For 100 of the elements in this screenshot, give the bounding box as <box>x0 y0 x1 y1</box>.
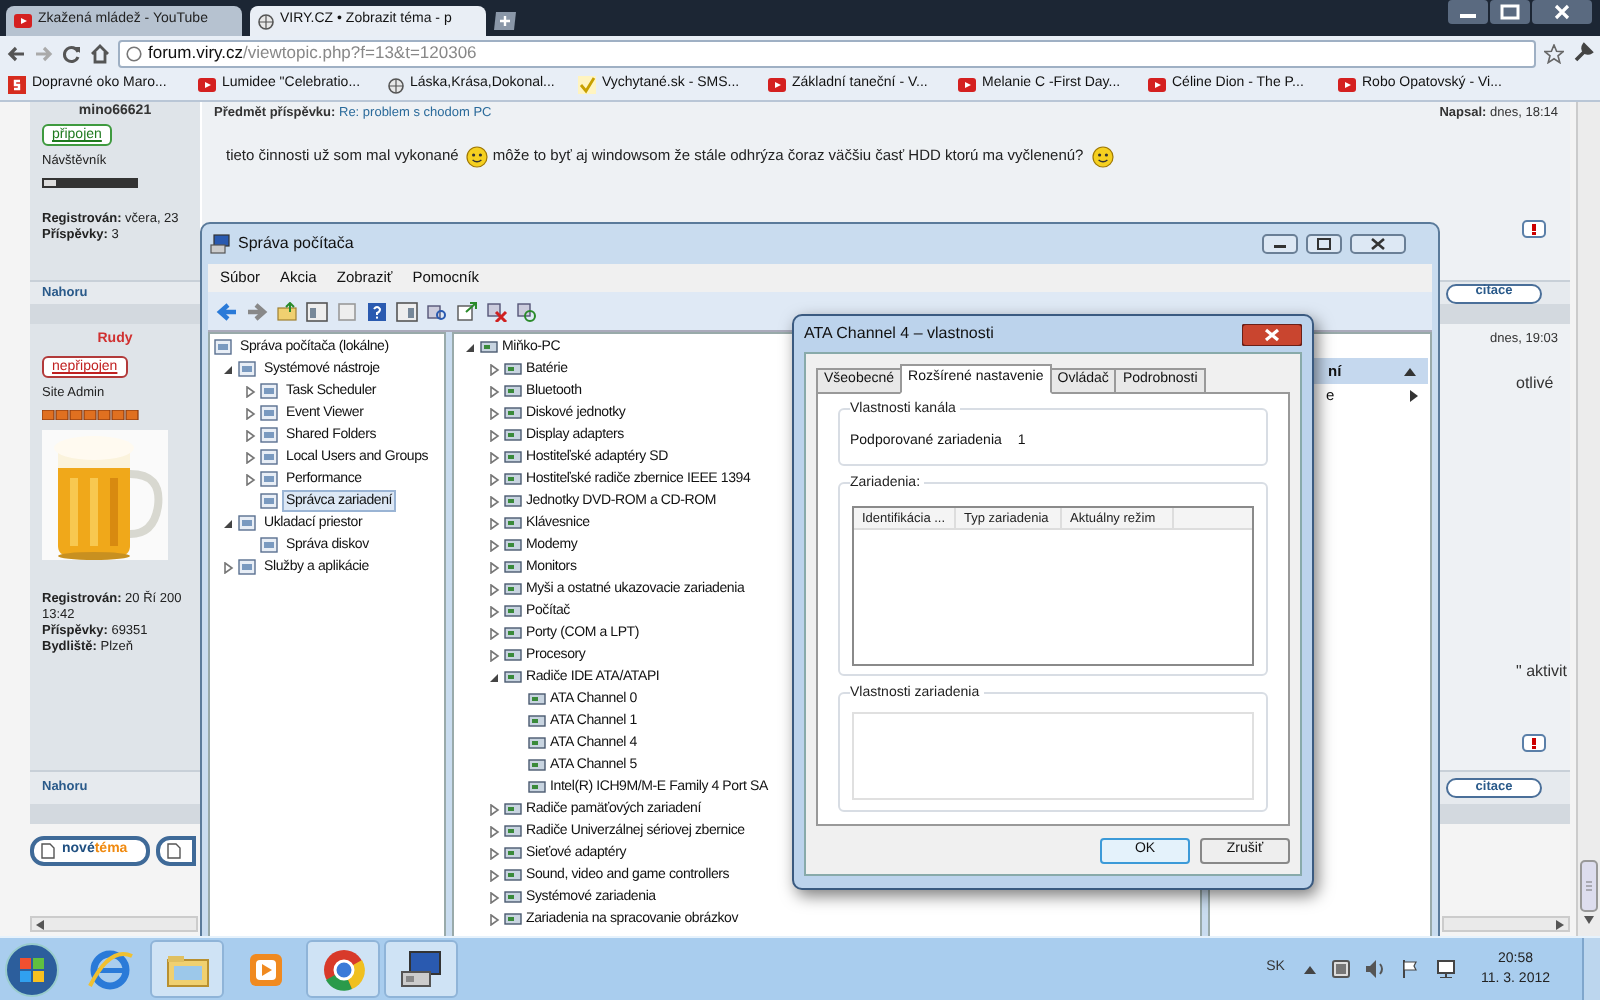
collapsed-arrow-icon[interactable] <box>488 891 500 903</box>
start-orb-icon[interactable] <box>4 941 60 997</box>
device-icon <box>504 910 522 928</box>
back-icon[interactable] <box>216 301 238 321</box>
collapsed-arrow-icon[interactable] <box>488 869 500 881</box>
device-icon <box>504 426 522 444</box>
horizontal-scrollbar[interactable] <box>1442 916 1570 932</box>
help-icon[interactable] <box>366 301 388 321</box>
device-icon <box>504 866 522 884</box>
address-bar[interactable]: forum.viry.cz/viewtopic.php?f=13&t=120306 <box>118 39 1536 67</box>
collapsed-arrow-icon[interactable] <box>244 473 256 485</box>
device-icon <box>504 580 522 598</box>
close-icon[interactable] <box>1242 323 1302 345</box>
report-icon[interactable] <box>1522 734 1546 752</box>
device-icon <box>504 888 522 906</box>
taskbar-button[interactable] <box>306 940 380 998</box>
collapsed-arrow-icon[interactable] <box>488 605 500 617</box>
device-icon <box>528 690 546 708</box>
back-icon[interactable] <box>6 43 26 63</box>
device-icon <box>528 778 546 796</box>
collapsed-arrow-icon[interactable] <box>488 363 500 375</box>
close-icon[interactable] <box>1532 0 1592 24</box>
device-icon <box>504 448 522 466</box>
remove-icon[interactable] <box>486 301 508 321</box>
collapsed-arrow-icon[interactable] <box>488 803 500 815</box>
reply-button[interactable] <box>156 836 196 866</box>
tray-app-icon[interactable] <box>1332 960 1351 978</box>
arrow-down-icon <box>1584 916 1594 924</box>
computer-icon <box>210 234 230 254</box>
expanded-arrow-icon[interactable] <box>488 671 500 683</box>
globe-icon <box>258 13 274 29</box>
home-icon[interactable] <box>90 43 110 63</box>
flag-icon[interactable] <box>1402 960 1421 978</box>
device-icon <box>504 646 522 664</box>
collapsed-arrow-icon[interactable] <box>244 407 256 419</box>
device-icon <box>504 382 522 400</box>
submenu-arrow-icon <box>1410 390 1418 402</box>
reload-icon[interactable] <box>62 43 82 63</box>
collapsed-arrow-icon[interactable] <box>222 561 234 573</box>
expanded-arrow-icon[interactable] <box>222 363 234 375</box>
wrench-icon[interactable] <box>1572 42 1594 64</box>
collapsed-arrow-icon[interactable] <box>488 649 500 661</box>
browser-icon <box>83 945 135 993</box>
refresh-icon[interactable] <box>516 301 538 321</box>
console-icon[interactable] <box>396 301 418 321</box>
new-tab-icon[interactable] <box>494 12 518 30</box>
post-text: otlivé <box>1516 372 1556 396</box>
scan-icon[interactable] <box>426 301 448 321</box>
device-icon <box>480 338 498 356</box>
collapsed-arrow-icon[interactable] <box>488 495 500 507</box>
collapsed-arrow-icon[interactable] <box>244 429 256 441</box>
window-title: Správa počítača <box>238 232 356 256</box>
arrow-right-icon <box>1556 919 1564 929</box>
forward-icon[interactable] <box>246 301 268 321</box>
collapsed-arrow-icon[interactable] <box>488 561 500 573</box>
close-icon[interactable] <box>1350 234 1406 254</box>
collapsed-arrow-icon[interactable] <box>488 407 500 419</box>
play-icon <box>14 14 32 28</box>
device-icon <box>504 360 522 378</box>
collapsed-arrow-icon[interactable] <box>244 451 256 463</box>
collapsed-arrow-icon[interactable] <box>488 539 500 551</box>
device-icon <box>504 844 522 862</box>
play-icon <box>1148 78 1166 92</box>
collapsed-arrow-icon[interactable] <box>488 473 500 485</box>
device-icon <box>504 822 522 840</box>
collapse-icon[interactable] <box>1404 367 1416 375</box>
taskbar-button[interactable] <box>384 940 458 998</box>
collapsed-arrow-icon[interactable] <box>488 429 500 441</box>
collapsed-arrow-icon[interactable] <box>244 385 256 397</box>
expanded-arrow-icon[interactable] <box>222 517 234 529</box>
maximize-icon[interactable] <box>1490 0 1530 24</box>
minimize-icon[interactable] <box>1262 234 1298 254</box>
collapsed-arrow-icon[interactable] <box>488 385 500 397</box>
report-icon[interactable] <box>1522 220 1546 238</box>
device-icon <box>504 558 522 576</box>
folder-up-icon[interactable] <box>276 301 298 321</box>
volume-icon[interactable] <box>1366 960 1387 978</box>
rank-bar-icon <box>42 177 138 188</box>
collapsed-arrow-icon[interactable] <box>488 847 500 859</box>
tray-arrow-icon[interactable] <box>1304 965 1317 973</box>
device-icon <box>504 470 522 488</box>
horizontal-scrollbar[interactable] <box>30 916 198 932</box>
network-icon[interactable] <box>1436 960 1457 978</box>
maximize-icon[interactable] <box>1306 234 1342 254</box>
collapsed-arrow-icon[interactable] <box>488 451 500 463</box>
collapsed-arrow-icon[interactable] <box>488 583 500 595</box>
export-icon[interactable] <box>456 301 478 321</box>
site-logo-icon <box>8 76 26 94</box>
device-icon <box>528 734 546 752</box>
collapsed-arrow-icon[interactable] <box>488 517 500 529</box>
collapsed-arrow-icon[interactable] <box>488 825 500 837</box>
minimize-icon[interactable] <box>1448 0 1488 24</box>
scroll-thumb-icon <box>1580 860 1598 912</box>
expanded-arrow-icon[interactable] <box>464 341 476 353</box>
device-icon <box>504 624 522 642</box>
collapsed-arrow-icon[interactable] <box>488 913 500 925</box>
star-icon[interactable] <box>1544 43 1564 63</box>
collapsed-arrow-icon[interactable] <box>488 627 500 639</box>
vertical-scrollbar[interactable] <box>1576 102 1600 936</box>
console-icon[interactable] <box>306 301 328 321</box>
